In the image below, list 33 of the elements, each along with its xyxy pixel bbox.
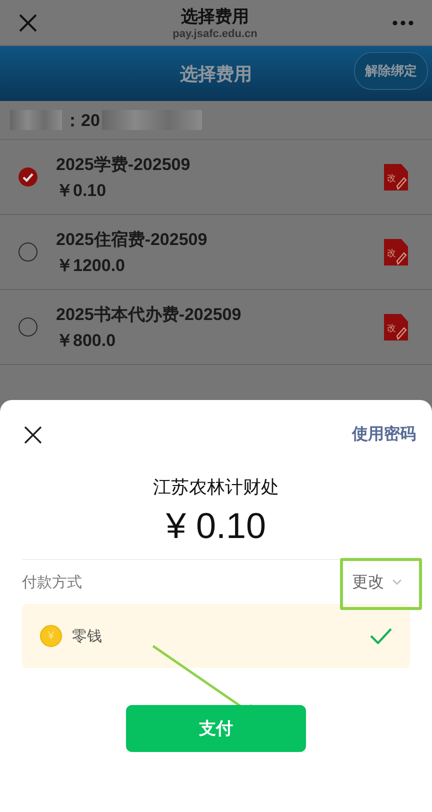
pay-button[interactable]: 支付: [126, 705, 306, 752]
edit-icon[interactable]: 改: [384, 314, 408, 340]
page-url: pay.jsafc.edu.cn: [172, 28, 258, 40]
edit-icon[interactable]: 改: [384, 238, 408, 266]
chevron-down-icon: [392, 578, 402, 586]
fee-amount: ￥0.10: [56, 180, 108, 202]
unbind-button[interactable]: 解除绑定: [354, 52, 428, 90]
merchant-name: 江苏农林计财处: [153, 476, 279, 499]
fee-name: 2025住宿费-202509: [56, 228, 208, 250]
more-icon[interactable]: [392, 20, 414, 26]
student-id: ：20: [64, 110, 100, 132]
fee-amount: ￥1200.0: [56, 254, 126, 276]
fee-amount: ￥800.0: [56, 330, 117, 352]
payment-option[interactable]: ¥ 零钱: [22, 604, 410, 668]
change-button[interactable]: 更改: [352, 572, 410, 592]
payment-method-label: 付款方式: [22, 572, 82, 592]
checked-radio[interactable]: [18, 167, 38, 187]
radio-button[interactable]: [18, 317, 38, 337]
redacted-name: [10, 110, 62, 130]
fee-item[interactable]: 2025书本代办费-202509 ￥800.0 改: [0, 290, 432, 365]
fee-name: 2025学费-202509: [56, 154, 192, 176]
page-title: 选择费用: [181, 6, 249, 28]
close-icon[interactable]: [24, 426, 42, 444]
payment-amount: ¥ 0.10: [166, 505, 266, 547]
fee-name: 2025书本代办费-202509: [56, 304, 242, 326]
edit-icon[interactable]: 改: [384, 164, 408, 190]
use-password-link[interactable]: 使用密码: [352, 424, 416, 445]
radio-button[interactable]: [18, 242, 38, 262]
fee-item[interactable]: 2025住宿费-202509 ￥1200.0 改: [0, 215, 432, 290]
header-title: 选择费用: [180, 62, 252, 86]
fee-item[interactable]: 2025学费-202509 ￥0.10 改: [0, 140, 432, 215]
coin-icon: ¥: [40, 625, 62, 647]
option-name: 零钱: [72, 626, 103, 646]
